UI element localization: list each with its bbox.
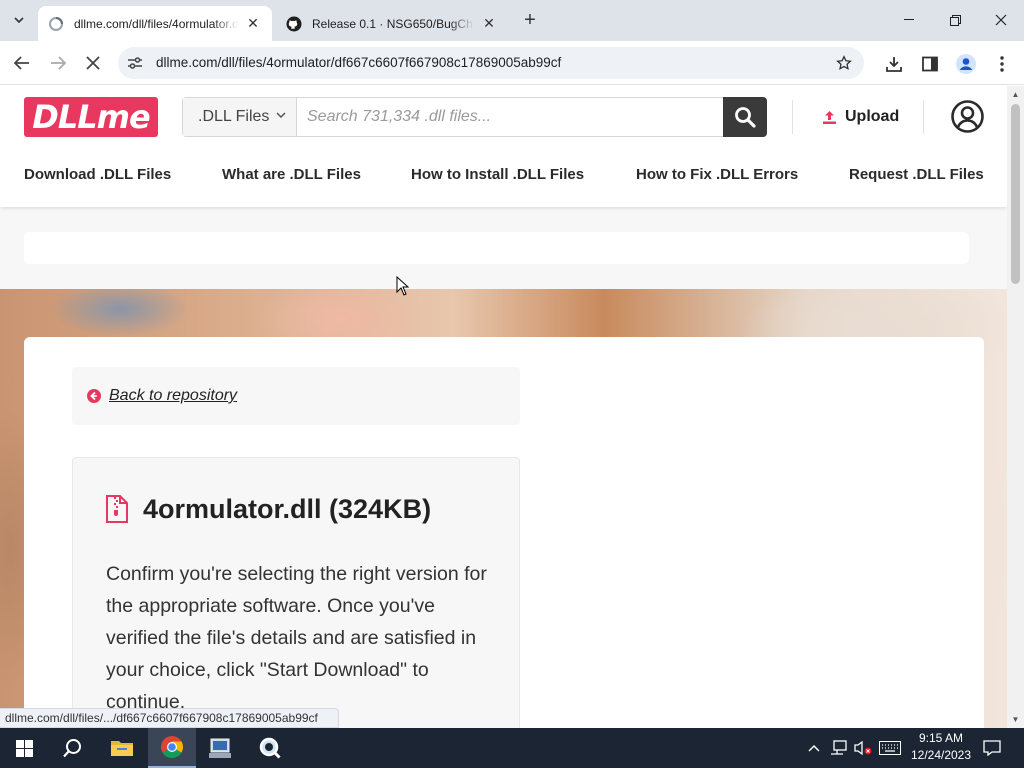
search-input[interactable] xyxy=(297,98,725,136)
taskbar-file-explorer[interactable] xyxy=(98,728,146,768)
back-arrow-icon xyxy=(14,56,29,70)
show-hidden-icons[interactable] xyxy=(804,728,824,768)
minimize-icon xyxy=(904,19,914,20)
url-text[interactable]: dllme.com/dll/files/4ormulator/df667c660… xyxy=(156,55,561,70)
chevron-down-icon xyxy=(276,110,286,121)
forward-button[interactable] xyxy=(44,49,72,77)
chrome-icon xyxy=(161,736,183,758)
site-search: .DLL Files xyxy=(182,97,767,137)
scroll-up-arrow-icon[interactable]: ▲ xyxy=(1007,86,1024,103)
upload-button[interactable]: Upload xyxy=(821,105,899,129)
upload-label: Upload xyxy=(845,108,900,125)
tab-title: Release 0.1 · NSG650/BugCheck xyxy=(312,16,474,31)
search-button[interactable] xyxy=(723,97,767,137)
taskbar-chrome[interactable] xyxy=(148,728,196,768)
search-icon xyxy=(63,739,81,758)
file-title: 4ormulator.dll (324KB) xyxy=(143,493,432,524)
mouse-cursor-icon xyxy=(396,276,410,296)
close-icon xyxy=(995,14,1007,26)
ad-placeholder xyxy=(24,232,969,264)
new-tab-button[interactable]: + xyxy=(518,10,542,32)
download-icon[interactable] xyxy=(883,53,905,75)
tab-search-button[interactable] xyxy=(6,8,32,32)
system-clock[interactable]: 9:15 AM 12/24/2023 xyxy=(904,730,978,766)
nav-download-dll[interactable]: Download .DLL Files xyxy=(24,166,171,183)
browser-tabstrip: dllme.com/dll/files/4ormulator.dll ✕ Rel… xyxy=(0,0,1024,41)
arrow-left-circle-icon xyxy=(87,389,101,403)
site-header: DLLme .DLL Files Upload xyxy=(0,86,1007,207)
close-tab-icon[interactable]: ✕ xyxy=(244,15,262,33)
stop-loading-button[interactable] xyxy=(79,49,107,77)
taskbar-network-app[interactable] xyxy=(196,728,244,768)
network-status[interactable] xyxy=(828,728,850,768)
action-center[interactable] xyxy=(980,728,1004,768)
back-to-repository-link[interactable]: Back to repository xyxy=(109,387,237,405)
nav-request-dll[interactable]: Request .DLL Files xyxy=(849,166,984,183)
chevron-down-icon xyxy=(14,17,24,23)
page-scrollbar[interactable]: ▲ ▼ xyxy=(1007,86,1024,728)
restore-icon xyxy=(949,14,961,26)
kebab-menu-icon[interactable] xyxy=(991,53,1013,75)
upload-icon xyxy=(821,109,837,125)
scrollbar-thumb[interactable] xyxy=(1011,104,1020,284)
plus-icon: + xyxy=(524,9,536,31)
chevron-up-icon xyxy=(808,744,820,752)
start-button[interactable] xyxy=(0,728,48,768)
tab-github-release[interactable]: Release 0.1 · NSG650/BugCheck ✕ xyxy=(276,6,508,41)
main-nav: Download .DLL Files What are .DLL Files … xyxy=(0,166,1007,188)
nav-how-to-install[interactable]: How to Install .DLL Files xyxy=(411,166,584,183)
close-window-button[interactable] xyxy=(978,8,1024,32)
scroll-down-arrow-icon[interactable]: ▼ xyxy=(1007,711,1024,728)
back-button[interactable] xyxy=(8,49,36,77)
taskbar-search-button[interactable] xyxy=(48,728,96,768)
restore-button[interactable] xyxy=(932,8,978,32)
nav-what-are-dll[interactable]: What are .DLL Files xyxy=(222,166,361,183)
file-explorer-icon xyxy=(111,741,133,756)
file-heading: 4ormulator.dll (324KB) xyxy=(105,492,431,526)
windows-start-icon xyxy=(15,739,33,757)
loading-favicon-icon xyxy=(48,16,64,32)
close-icon xyxy=(86,56,100,70)
file-info-panel: 4ormulator.dll (324KB) Confirm you're se… xyxy=(72,457,520,728)
address-bar[interactable]: dllme.com/dll/files/4ormulator/df667c660… xyxy=(118,47,864,79)
screen: dllme.com/dll/files/4ormulator.dll ✕ Rel… xyxy=(0,0,1024,768)
profile-icon[interactable] xyxy=(955,53,977,75)
account-avatar-icon[interactable] xyxy=(951,100,984,133)
search-category-label: .DLL Files xyxy=(198,108,270,125)
tab-dllme[interactable]: dllme.com/dll/files/4ormulator.dll ✕ xyxy=(38,6,272,41)
github-icon xyxy=(286,16,302,32)
forward-arrow-icon xyxy=(51,56,66,70)
back-to-repository: Back to repository xyxy=(72,367,520,425)
nav-how-to-fix[interactable]: How to Fix .DLL Errors xyxy=(636,166,798,183)
taskbar-magnifier-app[interactable] xyxy=(246,728,294,768)
tab-title: dllme.com/dll/files/4ormulator.dll xyxy=(74,16,238,31)
tune-icon[interactable] xyxy=(126,54,144,72)
keyboard-icon xyxy=(879,741,901,755)
network-icon xyxy=(831,740,847,755)
clock-time: 9:15 AM xyxy=(918,731,964,745)
divider xyxy=(792,100,793,134)
search-icon xyxy=(735,107,756,128)
zip-file-icon xyxy=(106,495,128,523)
browser-toolbar: dllme.com/dll/files/4ormulator/df667c660… xyxy=(0,41,1024,85)
file-description: Confirm you're selecting the right versi… xyxy=(106,563,487,713)
search-category-select[interactable]: .DLL Files xyxy=(183,98,297,136)
side-panel-icon[interactable] xyxy=(919,53,941,75)
page-viewport: DLLme .DLL Files Upload xyxy=(0,86,1007,728)
clock-date: 12/24/2023 xyxy=(910,748,972,762)
star-icon[interactable] xyxy=(834,53,854,73)
notification-icon xyxy=(983,740,1001,756)
magnifier-app-icon xyxy=(259,737,281,759)
network-app-icon xyxy=(209,738,231,758)
link-status-bubble: dllme.com/dll/files/.../df667c6607f66790… xyxy=(0,708,339,728)
site-logo[interactable]: DLLme xyxy=(24,97,158,137)
minimize-button[interactable] xyxy=(886,8,932,32)
touch-keyboard[interactable] xyxy=(878,728,902,768)
volume-muted-icon xyxy=(854,740,872,756)
windows-taskbar: 9:15 AM 12/24/2023 xyxy=(0,728,1024,768)
divider xyxy=(923,100,924,134)
volume-status[interactable] xyxy=(852,728,874,768)
content-card: Back to repository 4ormulator.dll (324KB… xyxy=(24,337,984,728)
close-tab-icon[interactable]: ✕ xyxy=(480,15,498,33)
